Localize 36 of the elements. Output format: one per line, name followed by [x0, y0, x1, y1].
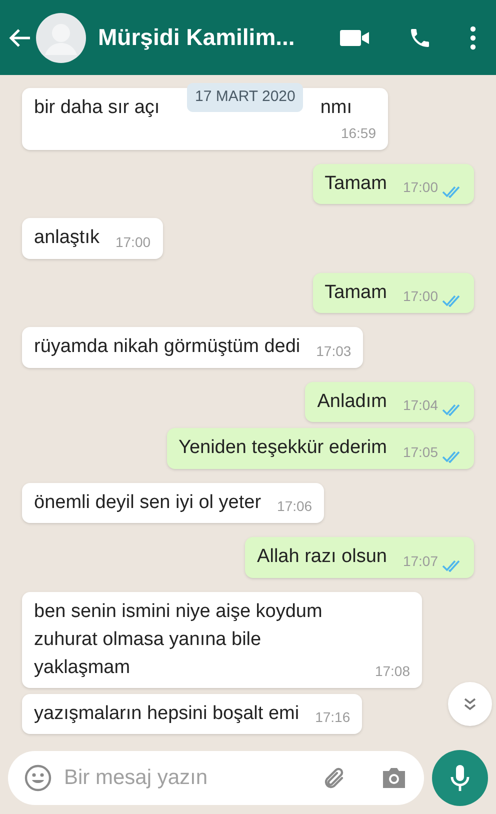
- emoji-icon[interactable]: [24, 764, 52, 792]
- message-text: Anladım: [317, 390, 387, 414]
- message-text: anlaştık: [34, 226, 100, 250]
- contact-name[interactable]: Mürşidi Kamilim...: [98, 20, 295, 55]
- message-input[interactable]: Bir mesaj yazın: [64, 762, 308, 794]
- message-time: 16:59: [340, 124, 376, 142]
- message-text: yazışmaların hepsini boşalt emi: [34, 702, 300, 726]
- message-time: 17:16: [315, 708, 350, 727]
- message-field[interactable]: Bir mesaj yazın: [8, 751, 424, 805]
- message-text: rüyamda nikah görmüştüm dedi: [34, 335, 300, 359]
- date-chip: 17 MART 2020: [187, 83, 304, 112]
- scroll-down-button[interactable]: [448, 682, 492, 726]
- message-time: 17:08: [374, 662, 410, 680]
- microphone-icon: [450, 763, 470, 793]
- message-text: nmı: [320, 96, 352, 120]
- message-time: 17:05: [402, 442, 438, 462]
- message-time: 17:00: [402, 178, 438, 197]
- message-time: 17:00: [115, 232, 151, 252]
- message-text: önemli deyil sen iyi ol yeter: [34, 490, 262, 514]
- message-time: 17:06: [277, 497, 312, 516]
- menu-icon[interactable]: [470, 26, 476, 50]
- message-text: Tamam: [324, 280, 387, 304]
- back-icon[interactable]: [8, 28, 32, 48]
- message-time: 17:00: [402, 287, 438, 306]
- message-text: Allah razı olsun: [257, 545, 387, 569]
- message-time: 17:04: [402, 396, 438, 415]
- message-time: 17:03: [316, 342, 352, 360]
- message-text: Tamam: [324, 172, 387, 196]
- double-chevron-down-icon: [463, 697, 477, 711]
- message-text: bir daha sır açı: [34, 96, 160, 120]
- message-text: Yeniden teşekkür ederim: [178, 436, 387, 460]
- message-time: 17:07: [402, 552, 438, 570]
- camera-icon[interactable]: [380, 766, 408, 790]
- avatar-icon[interactable]: [36, 12, 86, 62]
- video-call-icon[interactable]: [340, 28, 370, 46]
- message-text: ben senin ismini niye aişe koydum zuhurat olmasa yanına bile yaklaşmam: [34, 600, 324, 680]
